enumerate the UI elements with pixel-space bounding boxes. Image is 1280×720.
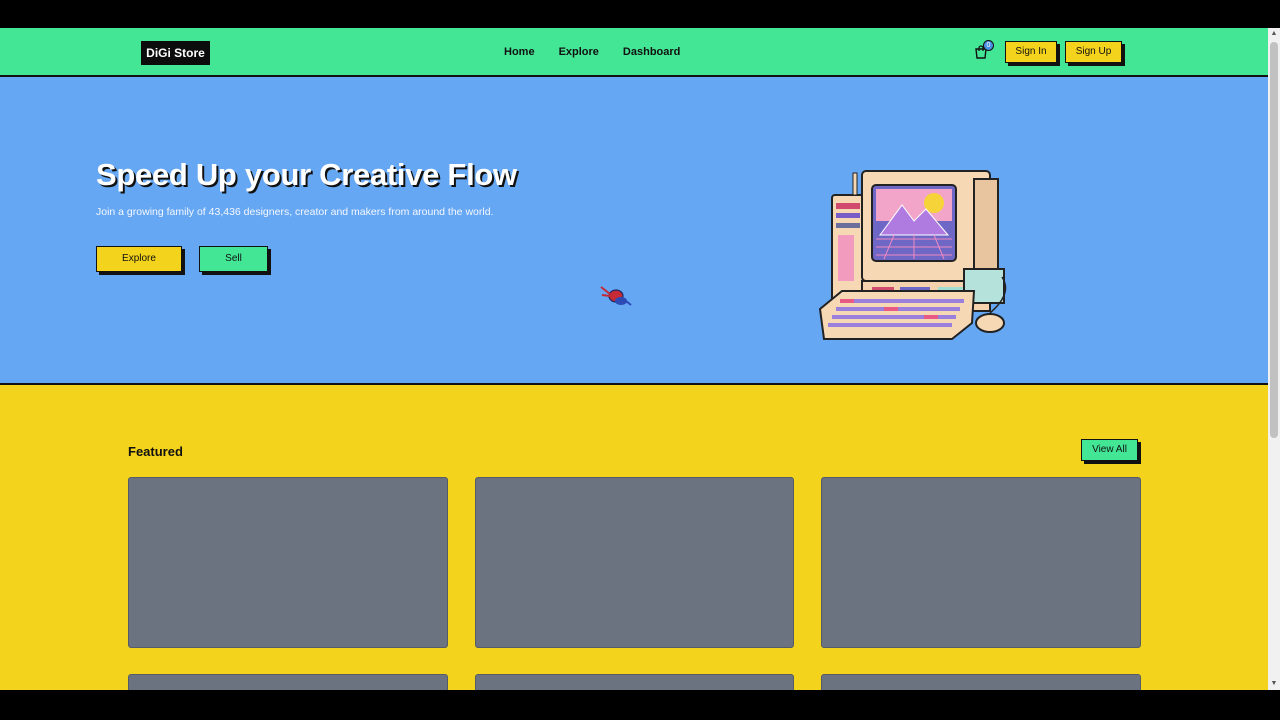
- logo[interactable]: DiGi Store: [141, 41, 210, 65]
- product-card[interactable]: [821, 477, 1141, 648]
- featured-heading: Featured: [128, 444, 183, 459]
- product-card[interactable]: [475, 674, 794, 690]
- navbar: DiGi Store Home Explore Dashboard 0 Sign…: [0, 28, 1268, 77]
- page-viewport: DiGi Store Home Explore Dashboard 0 Sign…: [0, 28, 1268, 690]
- window-top-bar: [0, 0, 1280, 28]
- spider-mascot-icon: [600, 286, 632, 306]
- nav-home-link[interactable]: Home: [504, 46, 535, 58]
- product-card[interactable]: [128, 674, 448, 690]
- hero-sell-button[interactable]: Sell: [199, 246, 268, 272]
- sign-up-button[interactable]: Sign Up: [1065, 41, 1122, 63]
- hero-title: Speed Up your Creative Flow: [96, 157, 517, 192]
- hero-section: Speed Up your Creative Flow Join a growi…: [0, 77, 1268, 385]
- sign-in-button[interactable]: Sign In: [1005, 41, 1057, 63]
- scroll-up-arrow-icon[interactable]: ▲: [1268, 28, 1280, 40]
- scrollbar-thumb[interactable]: [1270, 42, 1278, 438]
- hero-subtitle: Join a growing family of 43,436 designer…: [96, 206, 494, 218]
- retro-computer-illustration: [818, 170, 1007, 340]
- nav-links: Home Explore Dashboard: [504, 46, 680, 58]
- nav-dashboard-link[interactable]: Dashboard: [623, 46, 680, 58]
- hero-explore-button[interactable]: Explore: [96, 246, 182, 272]
- cart-count-badge: 0: [983, 40, 994, 51]
- product-card[interactable]: [475, 477, 794, 648]
- product-card[interactable]: [821, 674, 1141, 690]
- nav-explore-link[interactable]: Explore: [559, 46, 599, 58]
- window-bottom-bar: [0, 690, 1280, 720]
- scroll-down-arrow-icon[interactable]: ▼: [1268, 678, 1280, 690]
- view-all-button[interactable]: View All: [1081, 439, 1138, 461]
- page-scrollbar[interactable]: ▲ ▼: [1268, 28, 1280, 690]
- product-card[interactable]: [128, 477, 448, 648]
